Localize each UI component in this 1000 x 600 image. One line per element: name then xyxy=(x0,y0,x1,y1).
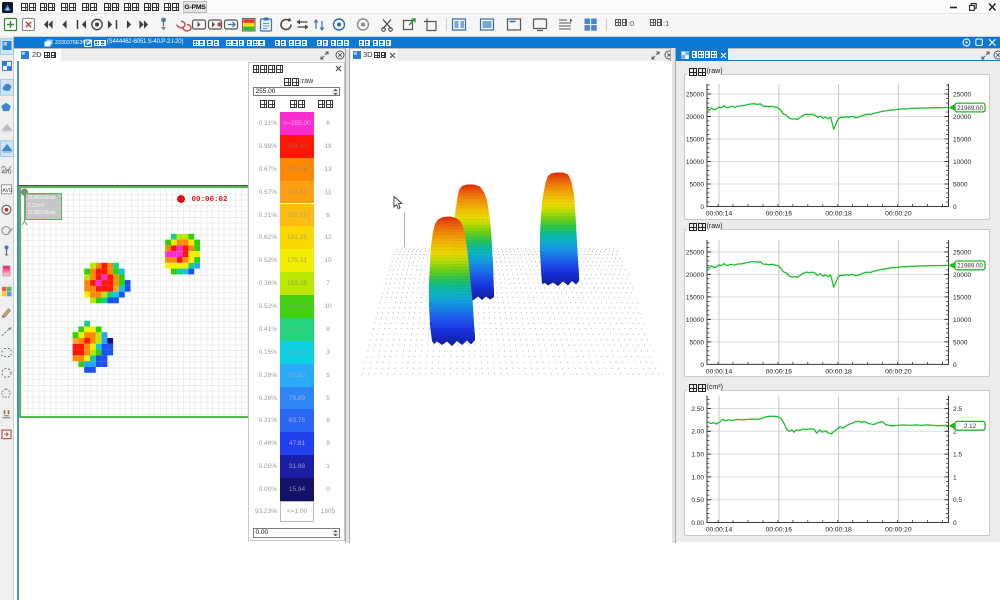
svg-text:0.5: 0.5 xyxy=(953,497,962,504)
svg-text:20000: 20000 xyxy=(953,114,971,121)
svg-text:15000: 15000 xyxy=(686,294,704,301)
svg-text:1.00: 1.00 xyxy=(691,474,704,481)
svg-text:0.50: 0.50 xyxy=(691,497,704,504)
svg-text:00:00:18: 00:00:18 xyxy=(825,527,852,534)
svg-text:2.00: 2.00 xyxy=(691,429,704,436)
svg-text:00:00:18: 00:00:18 xyxy=(825,211,852,218)
svg-text:00:00:18: 00:00:18 xyxy=(825,368,852,375)
svg-text:00:00:14: 00:00:14 xyxy=(706,211,733,218)
svg-text:0.00: 0.00 xyxy=(691,520,704,527)
svg-text:5000: 5000 xyxy=(690,181,705,188)
svg-text:2.5: 2.5 xyxy=(953,406,962,413)
svg-text:1: 1 xyxy=(953,474,957,481)
svg-text:10000: 10000 xyxy=(686,317,704,324)
svg-text:00:00:20: 00:00:20 xyxy=(885,527,912,534)
svg-text:0: 0 xyxy=(953,362,957,369)
svg-text:10000: 10000 xyxy=(953,317,971,324)
svg-text:21989.00: 21989.00 xyxy=(957,105,983,112)
svg-text:15000: 15000 xyxy=(953,136,971,143)
svg-text:00:00:16: 00:00:16 xyxy=(766,368,793,375)
svg-text:2.50: 2.50 xyxy=(691,406,704,413)
svg-text:5000: 5000 xyxy=(953,181,968,188)
svg-text:1.50: 1.50 xyxy=(691,452,704,459)
svg-text:15000: 15000 xyxy=(686,136,704,143)
svg-text:20000: 20000 xyxy=(953,272,971,279)
svg-text:00:00:20: 00:00:20 xyxy=(885,368,912,375)
svg-text:25000: 25000 xyxy=(686,91,704,98)
svg-text:0: 0 xyxy=(700,362,704,369)
svg-text:00:00:16: 00:00:16 xyxy=(766,211,793,218)
svg-text:5000: 5000 xyxy=(690,339,705,346)
svg-text:25000: 25000 xyxy=(953,249,971,256)
svg-text:00:00:14: 00:00:14 xyxy=(706,368,733,375)
svg-text:10000: 10000 xyxy=(953,159,971,166)
svg-text:1.5: 1.5 xyxy=(953,452,962,459)
svg-text:00:00:16: 00:00:16 xyxy=(766,527,793,534)
svg-text:20000: 20000 xyxy=(686,114,704,121)
svg-text:21989.00: 21989.00 xyxy=(957,263,983,270)
svg-text:0: 0 xyxy=(953,204,957,211)
svg-text:10000: 10000 xyxy=(686,159,704,166)
svg-text:15000: 15000 xyxy=(953,294,971,301)
svg-text:20000: 20000 xyxy=(686,272,704,279)
svg-text:5000: 5000 xyxy=(953,339,968,346)
svg-text:25000: 25000 xyxy=(686,249,704,256)
svg-text:0: 0 xyxy=(953,520,957,527)
svg-text:25000: 25000 xyxy=(953,91,971,98)
svg-text:00:00:20: 00:00:20 xyxy=(885,211,912,218)
svg-text:00:00:14: 00:00:14 xyxy=(706,527,733,534)
svg-text:0: 0 xyxy=(700,204,704,211)
svg-text:2.12: 2.12 xyxy=(964,423,977,430)
